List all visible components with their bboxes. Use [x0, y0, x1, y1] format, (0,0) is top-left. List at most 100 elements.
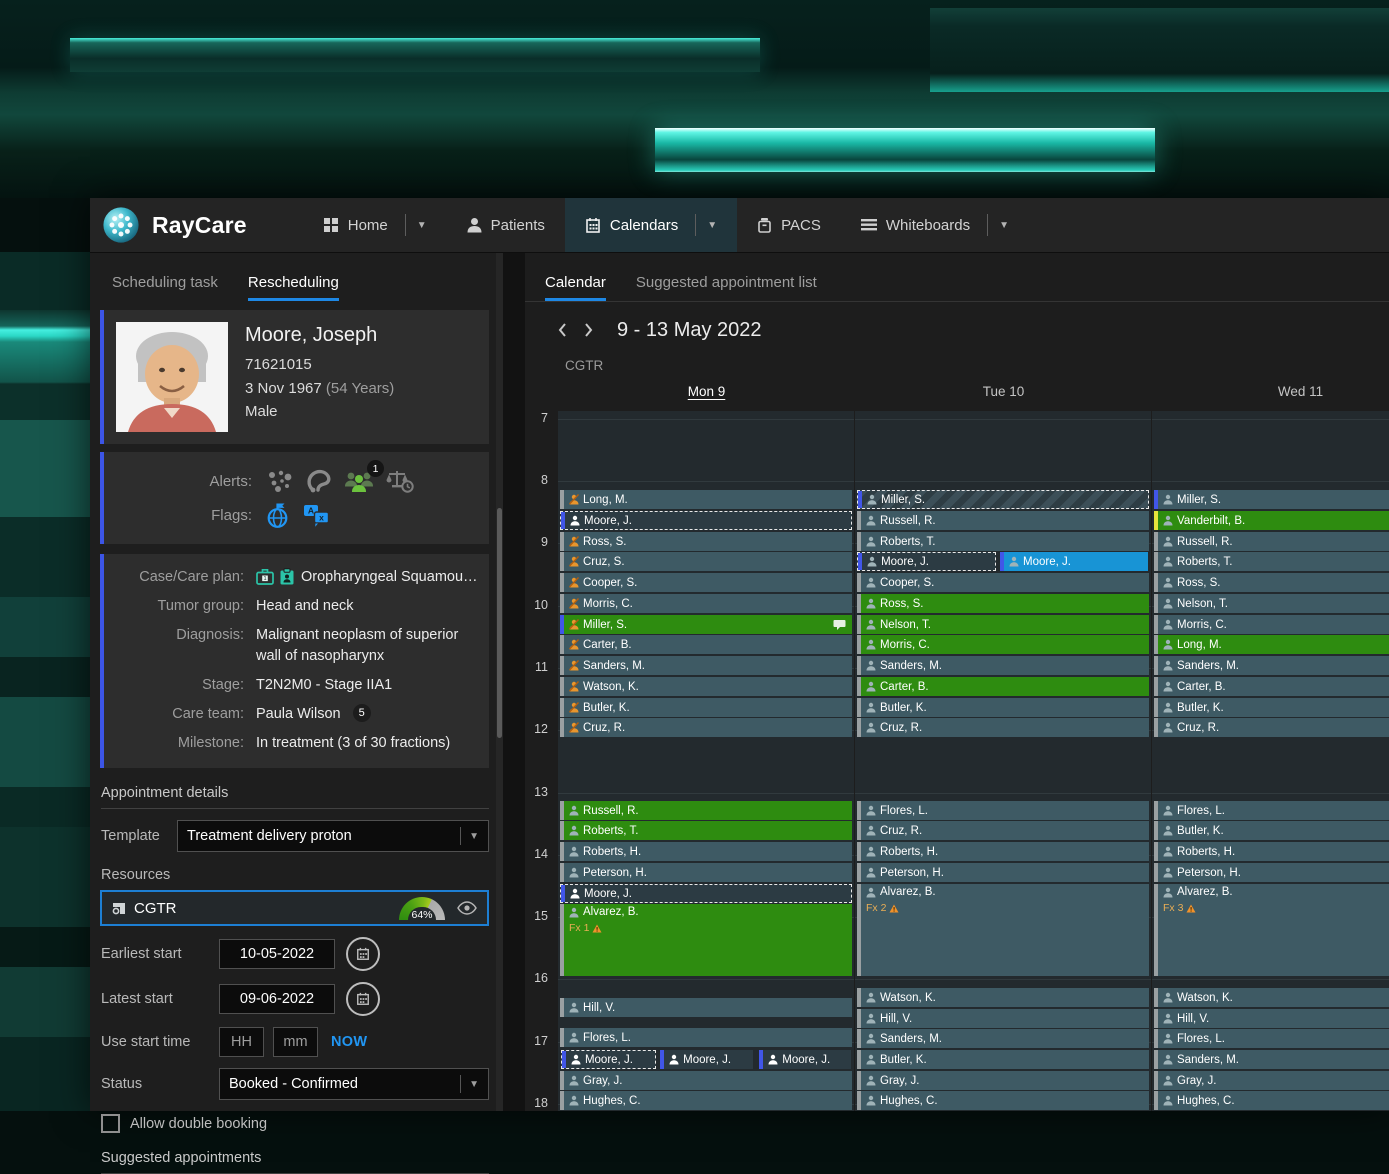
appointment-carter-b[interactable]: Carter, B. [857, 677, 1149, 696]
tab-suggested-appointment-list[interactable]: Suggested appointment list [636, 274, 817, 301]
day-header-wed-11[interactable]: Wed 11 [1152, 384, 1389, 408]
tab-rescheduling[interactable]: Rescheduling [248, 274, 339, 301]
earliest-start-input[interactable]: 10-05-2022 [219, 939, 335, 969]
appointment-cooper-s[interactable]: Cooper, S. [560, 573, 852, 592]
appointment-moore-j[interactable]: Moore, J. [857, 552, 996, 571]
appointment-cruz-r[interactable]: Cruz, R. [560, 718, 852, 737]
translation-icon[interactable]: Ax [303, 504, 330, 527]
appointment-moore-j[interactable]: Moore, J. [759, 1050, 851, 1069]
appointment-russell-r[interactable]: Russell, R. [560, 801, 852, 820]
appointment-flores-l[interactable]: Flores, L. [1154, 1029, 1389, 1048]
scrollbar-thumb[interactable] [497, 508, 502, 738]
appointment-watson-k[interactable]: Watson, K. [857, 988, 1149, 1007]
appointment-hughes-c[interactable]: Hughes, C. [560, 1091, 852, 1110]
appointment-gray-j[interactable]: Gray, J. [1154, 1071, 1389, 1090]
appointment-peterson-h[interactable]: Peterson, H. [560, 863, 852, 882]
care-group-alert-icon[interactable]: 1 [344, 469, 374, 493]
latest-start-calendar-button[interactable] [346, 982, 380, 1016]
appointment-moore-j[interactable]: Moore, J. [560, 884, 852, 903]
template-select[interactable]: Treatment delivery proton ▼ [177, 820, 489, 852]
appointment-long-m[interactable]: Long, M. [1154, 635, 1389, 654]
appointment-cruz-r[interactable]: Cruz, R. [857, 821, 1149, 840]
appointment-roberts-t[interactable]: Roberts, T. [1154, 552, 1389, 571]
earliest-start-calendar-button[interactable] [346, 937, 380, 971]
appointment-hill-v[interactable]: Hill, V. [560, 998, 852, 1017]
appointment-ross-s[interactable]: Ross, S. [857, 594, 1149, 613]
appointment-moore-j[interactable]: Moore, J. [561, 1050, 656, 1069]
day-header-mon-9[interactable]: Mon 9 [558, 384, 855, 408]
appointment-alvarez-b[interactable]: Alvarez, B.Fx 3 [1154, 884, 1389, 976]
tab-scheduling-task[interactable]: Scheduling task [112, 274, 218, 301]
day-header-tue-10[interactable]: Tue 10 [855, 384, 1152, 408]
appointment-alvarez-b[interactable]: Alvarez, B.Fx 2 [857, 884, 1149, 976]
latest-start-input[interactable]: 09-06-2022 [219, 984, 335, 1014]
appointment-hill-v[interactable]: Hill, V. [1154, 1009, 1389, 1028]
appointment-morris-c[interactable]: Morris, C. [560, 594, 852, 613]
appointment-watson-k[interactable]: Watson, K. [1154, 988, 1389, 1007]
next-week-button[interactable] [575, 317, 601, 343]
appointment-butler-k[interactable]: Butler, K. [560, 698, 852, 717]
appointment-sanders-m[interactable]: Sanders, M. [857, 1029, 1149, 1048]
appointment-hill-v[interactable]: Hill, V. [857, 1009, 1149, 1028]
appointment-roberts-h[interactable]: Roberts, H. [857, 842, 1149, 861]
nav-item-whiteboards[interactable]: Whiteboards▼ [841, 198, 1029, 252]
sidebar-scrollbar[interactable] [496, 253, 503, 1111]
appointment-roberts-t[interactable]: Roberts, T. [857, 532, 1149, 551]
appointment-morris-c[interactable]: Morris, C. [857, 635, 1149, 654]
resource-row-cgtr[interactable]: CGTR 64% [100, 890, 489, 926]
cells-alert-icon[interactable] [266, 469, 294, 493]
appointment-nelson-t[interactable]: Nelson, T. [857, 615, 1149, 634]
appointment-butler-k[interactable]: Butler, K. [857, 698, 1149, 717]
tab-calendar[interactable]: Calendar [545, 274, 606, 301]
appointment-russell-r[interactable]: Russell, R. [857, 511, 1149, 530]
appointment-watson-k[interactable]: Watson, K. [560, 677, 852, 696]
appointment-russell-r[interactable]: Russell, R. [1154, 532, 1389, 551]
appointment-miller-s[interactable]: Miller, S. [857, 490, 1149, 509]
appointment-sanders-m[interactable]: Sanders, M. [1154, 1050, 1389, 1069]
appointment-morris-c[interactable]: Morris, C. [1154, 615, 1389, 634]
appointment-butler-k[interactable]: Butler, K. [1154, 698, 1389, 717]
previous-week-button[interactable] [549, 317, 575, 343]
appointment-gray-j[interactable]: Gray, J. [560, 1071, 852, 1090]
appointment-vanderbilt-b[interactable]: Vanderbilt, B. [1154, 511, 1389, 530]
appointment-roberts-t[interactable]: Roberts, T. [560, 821, 852, 840]
appointment-hughes-c[interactable]: Hughes, C. [1154, 1091, 1389, 1110]
nav-item-pacs[interactable]: PACS [737, 198, 841, 252]
appointment-sanders-m[interactable]: Sanders, M. [1154, 656, 1389, 675]
globe-flag-icon[interactable] [266, 502, 291, 529]
appointment-sanders-m[interactable]: Sanders, M. [857, 656, 1149, 675]
appointment-hughes-c[interactable]: Hughes, C. [857, 1091, 1149, 1110]
status-select[interactable]: Booked - Confirmed ▼ [219, 1068, 489, 1100]
allow-double-booking-checkbox[interactable] [101, 1114, 120, 1133]
appointment-long-m[interactable]: Long, M. [560, 490, 852, 509]
appointment-sanders-m[interactable]: Sanders, M. [560, 656, 852, 675]
appointment-roberts-h[interactable]: Roberts, H. [560, 842, 852, 861]
appointment-butler-k[interactable]: Butler, K. [1154, 821, 1389, 840]
appointment-cruz-s[interactable]: Cruz, S. [560, 552, 852, 571]
appointment-ross-s[interactable]: Ross, S. [560, 532, 852, 551]
appointment-miller-s[interactable]: Miller, S. [1154, 490, 1389, 509]
minute-input[interactable]: mm [273, 1027, 318, 1057]
eye-icon[interactable] [457, 901, 477, 915]
nav-item-calendars[interactable]: Calendars▼ [565, 198, 737, 252]
appointment-peterson-h[interactable]: Peterson, H. [857, 863, 1149, 882]
raycare-logo[interactable]: RayCare [90, 198, 277, 252]
care-team-count-badge[interactable]: 5 [353, 704, 371, 722]
chevron-down-icon[interactable]: ▼ [999, 220, 1009, 231]
now-link[interactable]: NOW [331, 1034, 367, 1050]
appointment-roberts-h[interactable]: Roberts, H. [1154, 842, 1389, 861]
hearing-alert-icon[interactable] [306, 469, 332, 493]
appointment-cruz-r[interactable]: Cruz, R. [1154, 718, 1389, 737]
history-scale-alert-icon[interactable] [386, 469, 414, 493]
chevron-down-icon[interactable]: ▼ [417, 220, 427, 231]
appointment-carter-b[interactable]: Carter, B. [560, 635, 852, 654]
appointment-butler-k[interactable]: Butler, K. [857, 1050, 1149, 1069]
appointment-nelson-t[interactable]: Nelson, T. [1154, 594, 1389, 613]
appointment-flores-l[interactable]: Flores, L. [1154, 801, 1389, 820]
appointment-ross-s[interactable]: Ross, S. [1154, 573, 1389, 592]
chevron-down-icon[interactable]: ▼ [707, 220, 717, 231]
hour-input[interactable]: HH [219, 1027, 264, 1057]
appointment-flores-l[interactable]: Flores, L. [857, 801, 1149, 820]
appointment-moore-j[interactable]: Moore, J. [560, 511, 852, 530]
appointment-carter-b[interactable]: Carter, B. [1154, 677, 1389, 696]
